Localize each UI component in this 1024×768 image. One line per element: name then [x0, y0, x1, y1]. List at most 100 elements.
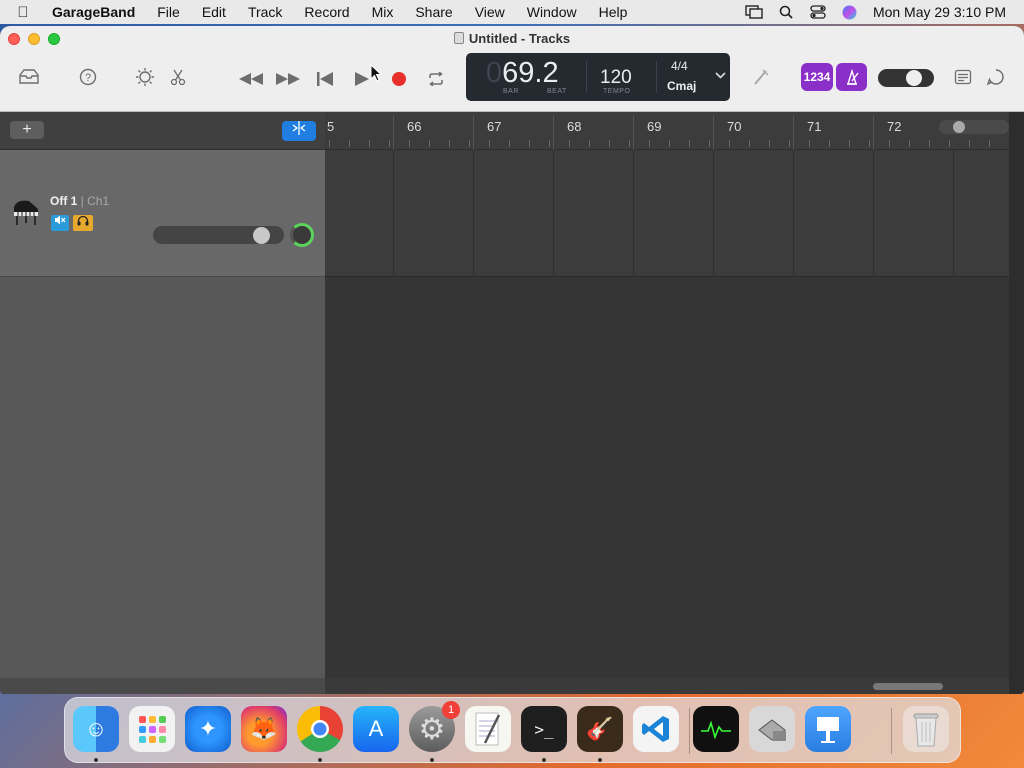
track-header[interactable]: Off 1 | Ch1	[0, 150, 325, 277]
tempo-value[interactable]: 120	[600, 67, 632, 89]
menu-edit[interactable]: Edit	[191, 4, 237, 20]
ruler-beat-tick	[609, 140, 610, 147]
ruler-bar-line	[393, 116, 394, 150]
ruler-bar-line	[633, 116, 634, 150]
key-signature[interactable]: Cmaj	[667, 79, 696, 93]
dock-activity-monitor-icon[interactable]	[693, 706, 739, 752]
solo-button[interactable]	[73, 215, 93, 231]
horizontal-scrollbar[interactable]	[325, 678, 1009, 694]
screen-mirroring-icon[interactable]	[745, 5, 763, 19]
menu-record[interactable]: Record	[293, 4, 360, 20]
smart-controls-icon[interactable]	[134, 66, 156, 88]
window-toolbar: Untitled - Tracks ? 069.2 BAR BEAT 120 T…	[0, 26, 1024, 112]
mute-button[interactable]	[51, 215, 69, 231]
window-title-text: Untitled - Tracks	[468, 31, 571, 46]
record-button[interactable]	[380, 67, 417, 91]
dock-launchpad-icon[interactable]	[129, 706, 175, 752]
dock-separator	[689, 708, 690, 754]
editors-scissors-icon[interactable]	[167, 66, 189, 88]
lane-bar-line	[713, 150, 714, 277]
bar-beat-display: 069.2	[486, 57, 559, 89]
apple-menu-icon[interactable]: 	[0, 4, 46, 21]
ruler-beat-tick	[509, 140, 510, 147]
ruler-bar-number: 69	[647, 119, 662, 134]
menu-mix[interactable]: Mix	[361, 4, 405, 20]
lcd-divider	[586, 61, 587, 93]
ruler-bar-number: 66	[407, 119, 422, 134]
menu-window[interactable]: Window	[516, 4, 588, 20]
track-name[interactable]: Off 1 | Ch1	[50, 194, 109, 208]
track-header-footer	[0, 678, 325, 694]
dock-migration-assistant-icon[interactable]	[749, 706, 795, 752]
dock-running-indicator	[94, 758, 98, 762]
library-icon[interactable]	[18, 66, 40, 88]
dock-keynote-icon[interactable]	[805, 706, 851, 752]
dock-terminal-icon[interactable]: >_	[521, 706, 567, 752]
add-track-button[interactable]: +	[10, 121, 44, 139]
document-icon	[453, 32, 464, 44]
ruler-beat-tick	[909, 140, 910, 147]
dock-separator	[891, 708, 892, 754]
lane-bar-line	[393, 150, 394, 277]
track-channel: | Ch1	[77, 194, 110, 208]
dock-firefox-icon[interactable]: 🦊	[241, 706, 287, 752]
dock-garageband-icon[interactable]: 🎸	[577, 706, 623, 752]
menu-app-name[interactable]: GarageBand	[46, 4, 146, 20]
ruler-beat-tick	[849, 140, 850, 147]
tempo-label: TEMPO	[603, 88, 631, 95]
lane-bar-line	[793, 150, 794, 277]
ruler-bar-line	[713, 116, 714, 150]
ruler-beat-tick	[469, 140, 470, 147]
menu-bar:  GarageBand File Edit Track Record Mix …	[0, 0, 1024, 24]
menu-share[interactable]: Share	[404, 4, 463, 20]
horizontal-scrollbar-thumb[interactable]	[873, 683, 943, 690]
control-center-icon[interactable]	[809, 5, 827, 19]
catch-playhead-icon	[292, 121, 306, 135]
menu-help[interactable]: Help	[588, 4, 639, 20]
tuner-icon[interactable]	[750, 66, 772, 88]
fast-forward-button[interactable]	[269, 67, 306, 91]
track-lane[interactable]	[325, 150, 1009, 277]
lcd-display[interactable]: 069.2 BAR BEAT 120 TEMPO 4/4 Cmaj	[466, 53, 730, 101]
ruler-beat-tick	[749, 140, 750, 147]
lcd-divider	[656, 61, 657, 93]
tracks-area[interactable]: 5 66 67 68 69 70 71 72	[325, 112, 1009, 694]
dock-system-preferences-icon[interactable]: ⚙ 1	[409, 701, 460, 752]
track-volume-knob[interactable]	[252, 227, 270, 244]
go-to-beginning-button[interactable]	[306, 67, 343, 91]
cycle-button[interactable]	[417, 67, 454, 91]
timeline-ruler[interactable]: 5 66 67 68 69 70 71 72	[325, 112, 1009, 150]
menu-file[interactable]: File	[146, 4, 191, 20]
ruler-beat-tick	[369, 140, 370, 147]
menu-track[interactable]: Track	[237, 4, 293, 20]
dock-app-store-icon[interactable]: A	[353, 706, 399, 752]
dock-running-indicator	[318, 758, 322, 762]
dock-trash-icon[interactable]	[903, 706, 949, 752]
zoom-slider-knob[interactable]	[953, 121, 965, 133]
catch-playhead-button[interactable]	[282, 121, 316, 141]
master-volume-knob[interactable]	[906, 70, 922, 86]
vertical-scrollbar[interactable]	[1009, 112, 1024, 694]
count-in-button[interactable]: 1234	[801, 63, 833, 91]
track-pan-knob[interactable]	[290, 223, 314, 247]
dock-chrome-icon[interactable]	[297, 706, 343, 752]
quick-help-icon[interactable]: ?	[77, 66, 99, 88]
ruler-beat-tick	[669, 140, 670, 147]
track-name-text: Off 1	[50, 194, 78, 208]
menubar-clock[interactable]: Mon May 29 3:10 PM	[873, 4, 1006, 20]
time-signature[interactable]: 4/4	[671, 59, 688, 73]
loop-browser-icon[interactable]	[985, 66, 1007, 88]
zoom-slider[interactable]	[939, 120, 1009, 134]
dock-finder-icon[interactable]: ☺	[73, 706, 119, 752]
dock-textedit-icon[interactable]	[465, 706, 511, 752]
chevron-down-icon[interactable]	[715, 70, 726, 82]
spotlight-search-icon[interactable]	[777, 5, 795, 19]
rewind-button[interactable]	[232, 67, 269, 91]
master-volume-slider[interactable]	[878, 69, 934, 87]
notepad-icon[interactable]	[952, 66, 974, 88]
metronome-button[interactable]	[836, 63, 867, 91]
dock-safari-icon[interactable]: ✦	[185, 706, 231, 752]
dock-visual-studio-code-icon[interactable]	[633, 706, 679, 752]
menu-view[interactable]: View	[464, 4, 516, 20]
siri-icon[interactable]	[841, 5, 859, 19]
